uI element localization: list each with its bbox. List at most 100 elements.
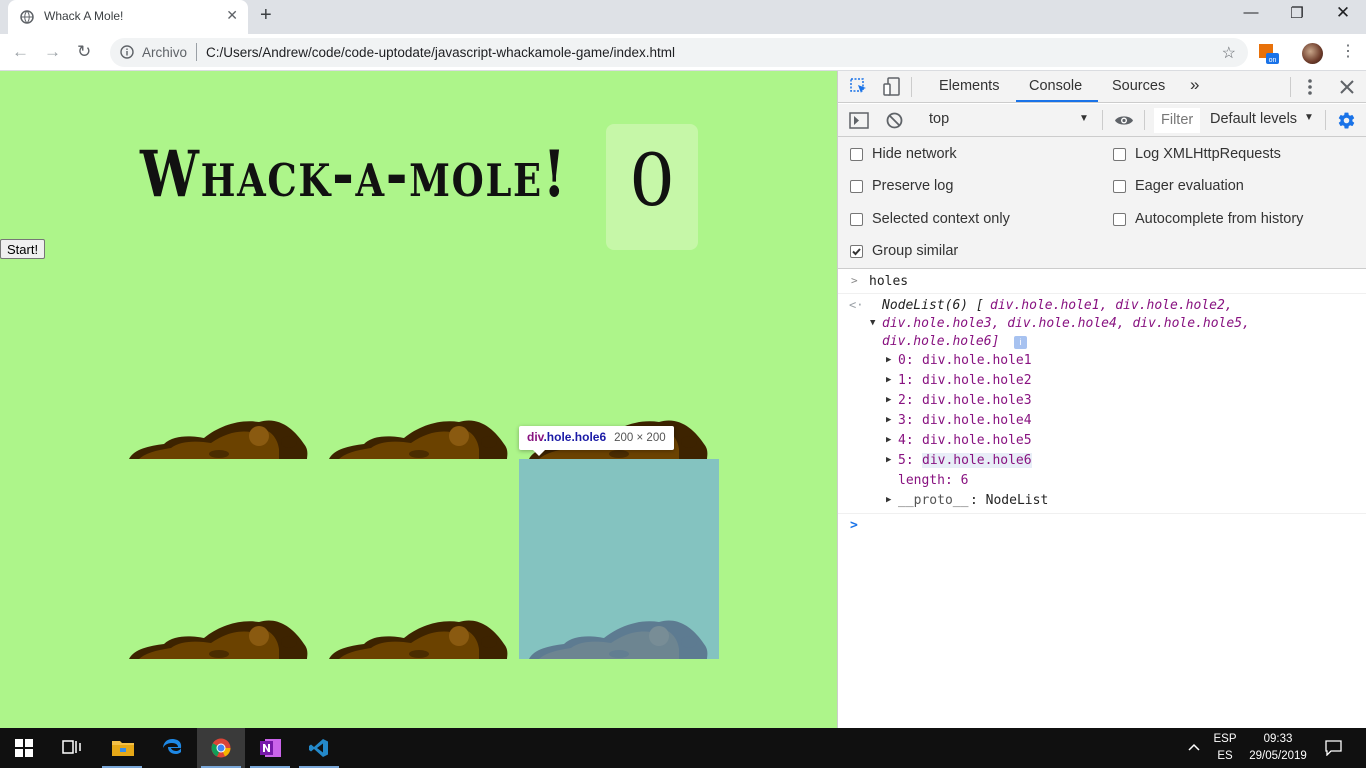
collapsed-triangle-icon[interactable]: ▶ bbox=[886, 455, 891, 465]
hole-2[interactable] bbox=[319, 259, 519, 459]
tab-sources[interactable]: Sources bbox=[1112, 78, 1165, 94]
console-prompt[interactable]: > bbox=[850, 518, 858, 533]
proto-key: __proto__ bbox=[898, 493, 969, 508]
hole-1[interactable] bbox=[119, 259, 319, 459]
result-preview-2: div.hole.hole3, div.hole.hole4, div.hole… bbox=[882, 316, 1250, 331]
entry-value[interactable]: div.hole.hole3 bbox=[922, 393, 1032, 408]
entry-key: 3: bbox=[898, 413, 914, 428]
clear-console-icon[interactable] bbox=[886, 112, 903, 129]
dirt-clump bbox=[481, 636, 497, 648]
profile-avatar[interactable] bbox=[1302, 43, 1323, 64]
input-region[interactable]: ES bbox=[1210, 750, 1240, 762]
levels-dropdown-icon[interactable]: ▼ bbox=[1304, 112, 1314, 123]
dirt-stone bbox=[409, 650, 429, 658]
address-bar[interactable]: Archivo C:/Users/Andrew/code/code-uptoda… bbox=[110, 38, 1248, 67]
collapsed-triangle-icon[interactable]: ▶ bbox=[886, 435, 891, 445]
context-selector[interactable]: top bbox=[929, 111, 949, 127]
edge-icon bbox=[163, 739, 182, 754]
tray-overflow-chevron-icon[interactable] bbox=[1188, 743, 1200, 751]
entry-value[interactable]: div.hole.hole5 bbox=[922, 433, 1032, 448]
start-button[interactable]: Start! bbox=[0, 239, 46, 259]
chrome-button[interactable] bbox=[197, 728, 245, 768]
collapsed-triangle-icon[interactable]: ▶ bbox=[886, 495, 891, 505]
back-button[interactable]: ← bbox=[12, 42, 29, 62]
kebab-menu-icon[interactable] bbox=[1307, 78, 1313, 96]
action-center-icon[interactable] bbox=[1325, 740, 1342, 756]
reload-button[interactable]: ↻ bbox=[77, 42, 91, 62]
chrome-menu-icon[interactable]: ⋮ bbox=[1340, 41, 1356, 61]
hole-5[interactable] bbox=[319, 459, 519, 659]
checkbox-box[interactable] bbox=[1113, 213, 1126, 226]
checkmark-icon bbox=[852, 248, 861, 256]
browser-tab[interactable]: Whack A Mole! ✕ bbox=[8, 0, 248, 34]
log-levels-dropdown[interactable]: Default levels bbox=[1210, 111, 1297, 127]
collapsed-triangle-icon[interactable]: ▶ bbox=[886, 415, 891, 425]
inspect-element-icon[interactable] bbox=[850, 78, 868, 96]
filter-placeholder: Filter bbox=[1161, 112, 1194, 128]
console-toolbar: top ▼ Filter Default levels ▼ bbox=[838, 104, 1366, 137]
input-language[interactable]: ESP bbox=[1210, 733, 1240, 745]
element-highlight-overlay bbox=[519, 459, 719, 659]
info-icon[interactable] bbox=[120, 45, 134, 59]
chrome-icon bbox=[211, 738, 231, 758]
entry-value-hovered[interactable]: div.hole.hole6 bbox=[922, 453, 1032, 468]
clock-time[interactable]: 09:33 bbox=[1246, 733, 1310, 745]
task-view-button[interactable] bbox=[48, 728, 96, 768]
close-window-button[interactable]: ✕ bbox=[1320, 3, 1366, 23]
score-value: 0 bbox=[629, 138, 675, 222]
live-expression-eye-icon[interactable] bbox=[1114, 114, 1134, 127]
sidebar-toggle-icon[interactable] bbox=[849, 112, 869, 129]
entry-value[interactable]: div.hole.hole4 bbox=[922, 413, 1032, 428]
collapsed-triangle-icon[interactable]: ▶ bbox=[886, 355, 891, 365]
tab-close-icon[interactable]: ✕ bbox=[226, 7, 238, 24]
expand-triangle-icon[interactable]: ▼ bbox=[870, 318, 875, 328]
checkbox-box[interactable] bbox=[1113, 148, 1126, 161]
collapsed-triangle-icon[interactable]: ▶ bbox=[886, 375, 891, 385]
checkbox-box[interactable] bbox=[850, 213, 863, 226]
bookmark-star-icon[interactable]: ☆ bbox=[1222, 43, 1236, 63]
context-dropdown-icon[interactable]: ▼ bbox=[1079, 113, 1089, 124]
checkbox-box[interactable] bbox=[850, 180, 863, 193]
entry-value[interactable]: div.hole.hole1 bbox=[922, 353, 1032, 368]
dirt-stone bbox=[409, 450, 429, 458]
vscode-button[interactable] bbox=[295, 728, 343, 768]
dirt-clump bbox=[681, 436, 697, 448]
info-badge-icon[interactable]: i bbox=[1014, 336, 1027, 349]
restore-button[interactable]: ❐ bbox=[1274, 4, 1320, 22]
page-viewport: Whack-a-mole! 0 Start! div.hole.hole6 200… bbox=[0, 71, 837, 728]
active-tab-underline bbox=[1016, 100, 1098, 102]
checkbox-label: Hide network bbox=[872, 146, 957, 162]
message-divider bbox=[838, 293, 1366, 294]
globe-icon bbox=[20, 10, 34, 24]
hole-4[interactable] bbox=[119, 459, 319, 659]
extension-icon[interactable]: on bbox=[1259, 44, 1279, 64]
close-devtools-icon[interactable] bbox=[1340, 80, 1354, 94]
url-text[interactable]: C:/Users/Andrew/code/code-uptodate/javas… bbox=[206, 45, 675, 60]
device-toolbar-icon[interactable] bbox=[882, 77, 902, 97]
checkbox-box[interactable] bbox=[850, 148, 863, 161]
console-settings-gear-icon[interactable] bbox=[1337, 111, 1356, 130]
dirt-mound bbox=[129, 620, 308, 659]
minimize-button[interactable]: — bbox=[1228, 4, 1274, 21]
dirt-clump bbox=[281, 436, 297, 448]
entry-value[interactable]: div.hole.hole2 bbox=[922, 373, 1032, 388]
checkbox-box[interactable] bbox=[1113, 180, 1126, 193]
entry-key: 4: bbox=[898, 433, 914, 448]
tab-title: Whack A Mole! bbox=[44, 9, 124, 23]
filter-input[interactable]: Filter bbox=[1154, 108, 1200, 133]
dirt-clump-light bbox=[449, 426, 469, 446]
start-button[interactable] bbox=[0, 728, 48, 768]
file-explorer-button[interactable] bbox=[98, 728, 146, 768]
checkbox-box-checked[interactable] bbox=[850, 245, 863, 258]
new-tab-button[interactable]: + bbox=[260, 4, 272, 27]
onenote-button[interactable] bbox=[246, 728, 294, 768]
tab-console[interactable]: Console bbox=[1029, 78, 1082, 94]
forward-button[interactable]: → bbox=[44, 42, 61, 62]
tab-elements[interactable]: Elements bbox=[939, 78, 999, 94]
entry-key: 5: bbox=[898, 453, 914, 468]
more-tabs-button[interactable]: » bbox=[1190, 75, 1199, 95]
clock-date[interactable]: 29/05/2019 bbox=[1246, 750, 1310, 762]
collapsed-triangle-icon[interactable]: ▶ bbox=[886, 395, 891, 405]
edge-button[interactable] bbox=[148, 728, 196, 768]
proto-value: : NodeList bbox=[970, 493, 1049, 508]
